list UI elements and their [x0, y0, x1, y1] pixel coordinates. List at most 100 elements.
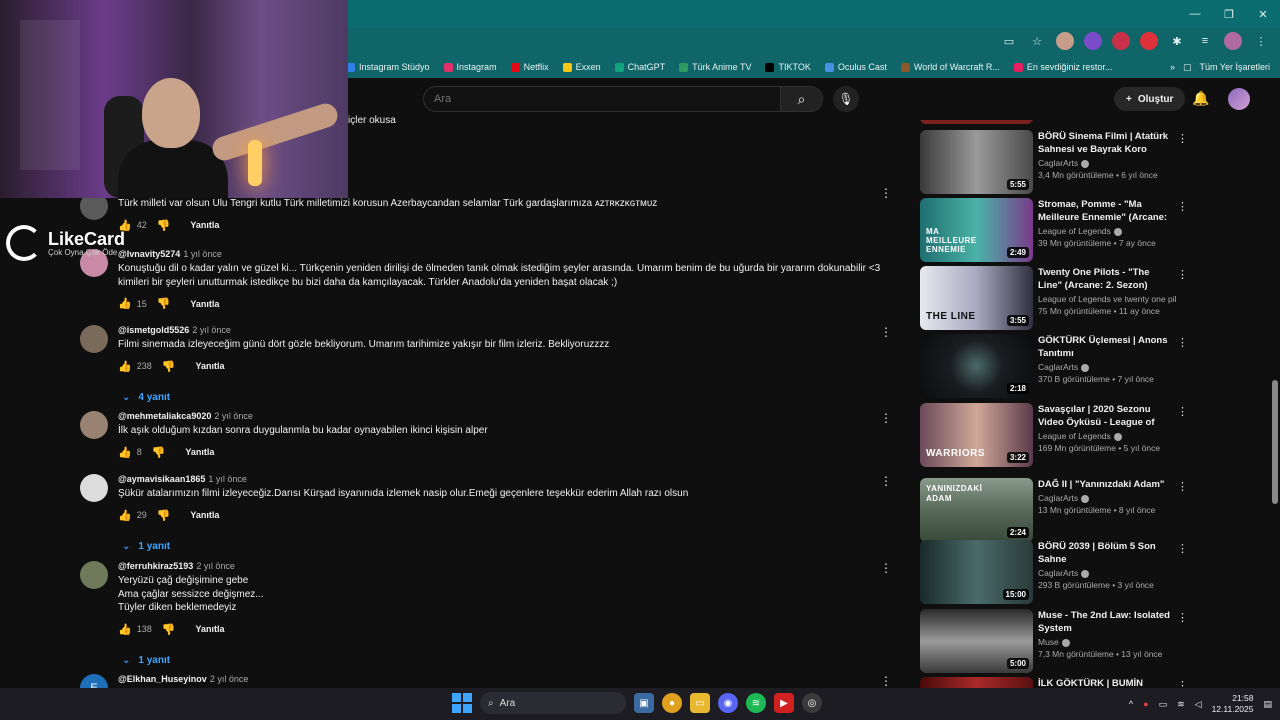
more-options-icon[interactable]: ⋮	[1177, 405, 1188, 418]
bookmark-item[interactable]: Instagram	[443, 62, 497, 72]
video-item[interactable]: İLK GÖKTÜRK | BUMİN MİKRO ⋮	[920, 677, 1190, 688]
thumbs-down-icon[interactable]: 👎	[162, 623, 176, 636]
notification-icon[interactable]: ▤	[1263, 699, 1272, 710]
discord-app-icon[interactable]: ◉	[718, 693, 738, 713]
video-title[interactable]: Muse - The 2nd Law: Isolated System	[1038, 609, 1176, 635]
gallery-app-icon[interactable]: ▣	[634, 693, 654, 713]
scrollbar-thumb[interactable]	[1272, 380, 1278, 504]
comment-avatar[interactable]	[80, 474, 108, 502]
star-icon[interactable]: ☆	[1028, 32, 1046, 50]
video-item[interactable]: YANINIZDAKİ ADAM 2:24 DAĞ II | "Yanınızd…	[920, 478, 1190, 542]
video-title[interactable]: BÖRÜ 2039 | Bölüm 5 Son Sahne	[1038, 540, 1176, 566]
bookmark-item[interactable]: En sevdiğiniz restor...	[1013, 62, 1112, 72]
bookmark-item[interactable]: Exxen	[562, 62, 601, 72]
more-options-icon[interactable]: ⋮	[1177, 200, 1188, 213]
reply-button[interactable]: Yanıtla	[195, 624, 224, 634]
view-replies-button[interactable]: ⌄ 1 yanıt	[119, 655, 170, 666]
spotify-app-icon[interactable]: ≋	[746, 693, 766, 713]
puzzle-icon[interactable]: ✱	[1168, 32, 1186, 50]
bookmarks-more-button[interactable]: »	[1170, 62, 1175, 72]
chrome-app-icon[interactable]: ●	[662, 693, 682, 713]
comment-avatar[interactable]	[80, 325, 108, 353]
video-channel[interactable]: League of Legends	[1038, 431, 1176, 441]
wifi-icon[interactable]: ≋	[1177, 699, 1185, 710]
video-channel[interactable]: League of Legends	[1038, 226, 1176, 236]
video-thumbnail[interactable]: 2:18	[920, 334, 1033, 398]
like-button[interactable]: 👍 29	[118, 509, 147, 522]
more-options-icon[interactable]: ⋮	[880, 674, 892, 688]
more-options-icon[interactable]: ⋮	[880, 325, 892, 339]
bookmark-item[interactable]: TIKTOK	[765, 62, 811, 72]
video-thumbnail[interactable]: THE LINE 3:55	[920, 266, 1033, 330]
taskbar-search[interactable]: ⌕ Ara	[480, 692, 626, 714]
bookmark-item[interactable]: Oculus Cast	[824, 62, 887, 72]
comment-author[interactable]: @aymavisikaan1865	[118, 474, 205, 484]
video-thumbnail[interactable]: 5:55	[920, 130, 1033, 194]
bookmark-item[interactable]: Netflix	[510, 62, 549, 72]
video-item[interactable]: 15:00 BÖRÜ 2039 | Bölüm 5 Son Sahne Cagl…	[920, 540, 1190, 604]
video-title[interactable]: Twenty One Pilots - "The Line" (Arcane: …	[1038, 266, 1176, 292]
more-options-icon[interactable]: ⋮	[880, 411, 892, 425]
video-item[interactable]: THE LINE 3:55 Twenty One Pilots - "The L…	[920, 266, 1190, 330]
chevron-up-icon[interactable]: ^	[1129, 699, 1133, 709]
video-title[interactable]: İLK GÖKTÜRK | BUMİN MİKRO	[1038, 677, 1176, 688]
menu-icon[interactable]: ⋮	[1252, 32, 1270, 50]
video-thumbnail[interactable]	[920, 677, 1033, 688]
extension-icon[interactable]	[1112, 32, 1130, 50]
video-thumbnail[interactable]: YANINIZDAKİ ADAM 2:24	[920, 478, 1033, 542]
all-bookmarks-link[interactable]: Tüm Yer İşaretleri	[1199, 62, 1270, 72]
profile-icon[interactable]	[1224, 32, 1242, 50]
more-options-icon[interactable]: ⋮	[880, 186, 892, 200]
search-input[interactable]	[423, 86, 781, 112]
thumbs-down-icon[interactable]: 👎	[157, 219, 171, 232]
obs-app-icon[interactable]: ◎	[802, 693, 822, 713]
extension-icon[interactable]	[1140, 32, 1158, 50]
comment-author[interactable]: @Elkhan_Huseyinov	[118, 674, 207, 684]
create-button[interactable]: + Oluştur	[1114, 87, 1186, 111]
more-options-icon[interactable]: ⋮	[1177, 542, 1188, 555]
bookmark-item[interactable]: World of Warcraft R...	[900, 62, 1000, 72]
reply-button[interactable]: Yanıtla	[185, 447, 214, 457]
video-title[interactable]: DAĞ II | "Yanınızdaki Adam"	[1038, 478, 1176, 491]
page-scrollbar[interactable]	[1270, 120, 1280, 688]
video-channel[interactable]: CaglarArts	[1038, 362, 1176, 372]
more-options-icon[interactable]: ⋮	[1177, 679, 1188, 688]
windows-start-icon[interactable]	[452, 693, 472, 713]
comment-author[interactable]: @ismetgold5526	[118, 325, 189, 335]
thumbs-down-icon[interactable]: 👎	[157, 297, 171, 310]
comment-avatar[interactable]	[80, 411, 108, 439]
more-options-icon[interactable]: ⋮	[1177, 611, 1188, 624]
search-button[interactable]: ⌕	[781, 86, 823, 112]
display-icon[interactable]: ▭	[1159, 699, 1168, 710]
video-thumbnail[interactable]: 15:00	[920, 540, 1033, 604]
view-replies-button[interactable]: ⌄ 1 yanıt	[119, 541, 170, 552]
media-icon[interactable]: ≡	[1196, 32, 1214, 50]
notifications-bell-icon[interactable]: 🔔	[1192, 90, 1209, 107]
video-title[interactable]: Savaşçılar | 2020 Sezonu Video Öyküsü - …	[1038, 403, 1176, 429]
video-item[interactable]: 2:18 GÖKTÜRK Üçlemesi | Anons Tanıtımı C…	[920, 334, 1190, 398]
video-thumbnail[interactable]: WARRIORS 3:22	[920, 403, 1033, 467]
thumbs-down-icon[interactable]: 👎	[152, 446, 166, 459]
partial-thumbnail[interactable]	[920, 120, 1033, 124]
account-avatar[interactable]	[1228, 88, 1250, 110]
extension-icon[interactable]	[1056, 32, 1074, 50]
comment-time[interactable]: 1 yıl önce	[183, 249, 222, 259]
video-thumbnail[interactable]: MA MEILLEURE ENNEMIE 2:49	[920, 198, 1033, 262]
like-button[interactable]: 👍 8	[118, 446, 142, 459]
video-title[interactable]: BÖRÜ Sinema Filmi | Atatürk Sahnesi ve B…	[1038, 130, 1176, 156]
streaming-app-icon[interactable]: ▶	[774, 693, 794, 713]
video-channel[interactable]: CaglarArts	[1038, 568, 1176, 578]
more-options-icon[interactable]: ⋮	[880, 474, 892, 488]
video-channel[interactable]: CaglarArts	[1038, 493, 1176, 503]
microphone-icon[interactable]: ●	[1143, 699, 1148, 709]
comment-avatar[interactable]	[80, 561, 108, 589]
like-button[interactable]: 👍 15	[118, 297, 147, 310]
bookmark-item[interactable]: Türk Anime TV	[679, 62, 751, 72]
reply-button[interactable]: Yanıtla	[190, 299, 219, 309]
video-item[interactable]: MA MEILLEURE ENNEMIE 2:49 Stromae, Pomme…	[920, 198, 1190, 262]
video-channel[interactable]: League of Legends ve twenty one pil...	[1038, 294, 1176, 304]
extension-icon[interactable]	[1084, 32, 1102, 50]
more-options-icon[interactable]: ⋮	[1177, 480, 1188, 493]
cast-icon[interactable]: ▭	[1000, 32, 1018, 50]
thumbs-down-icon[interactable]: 👎	[157, 509, 171, 522]
